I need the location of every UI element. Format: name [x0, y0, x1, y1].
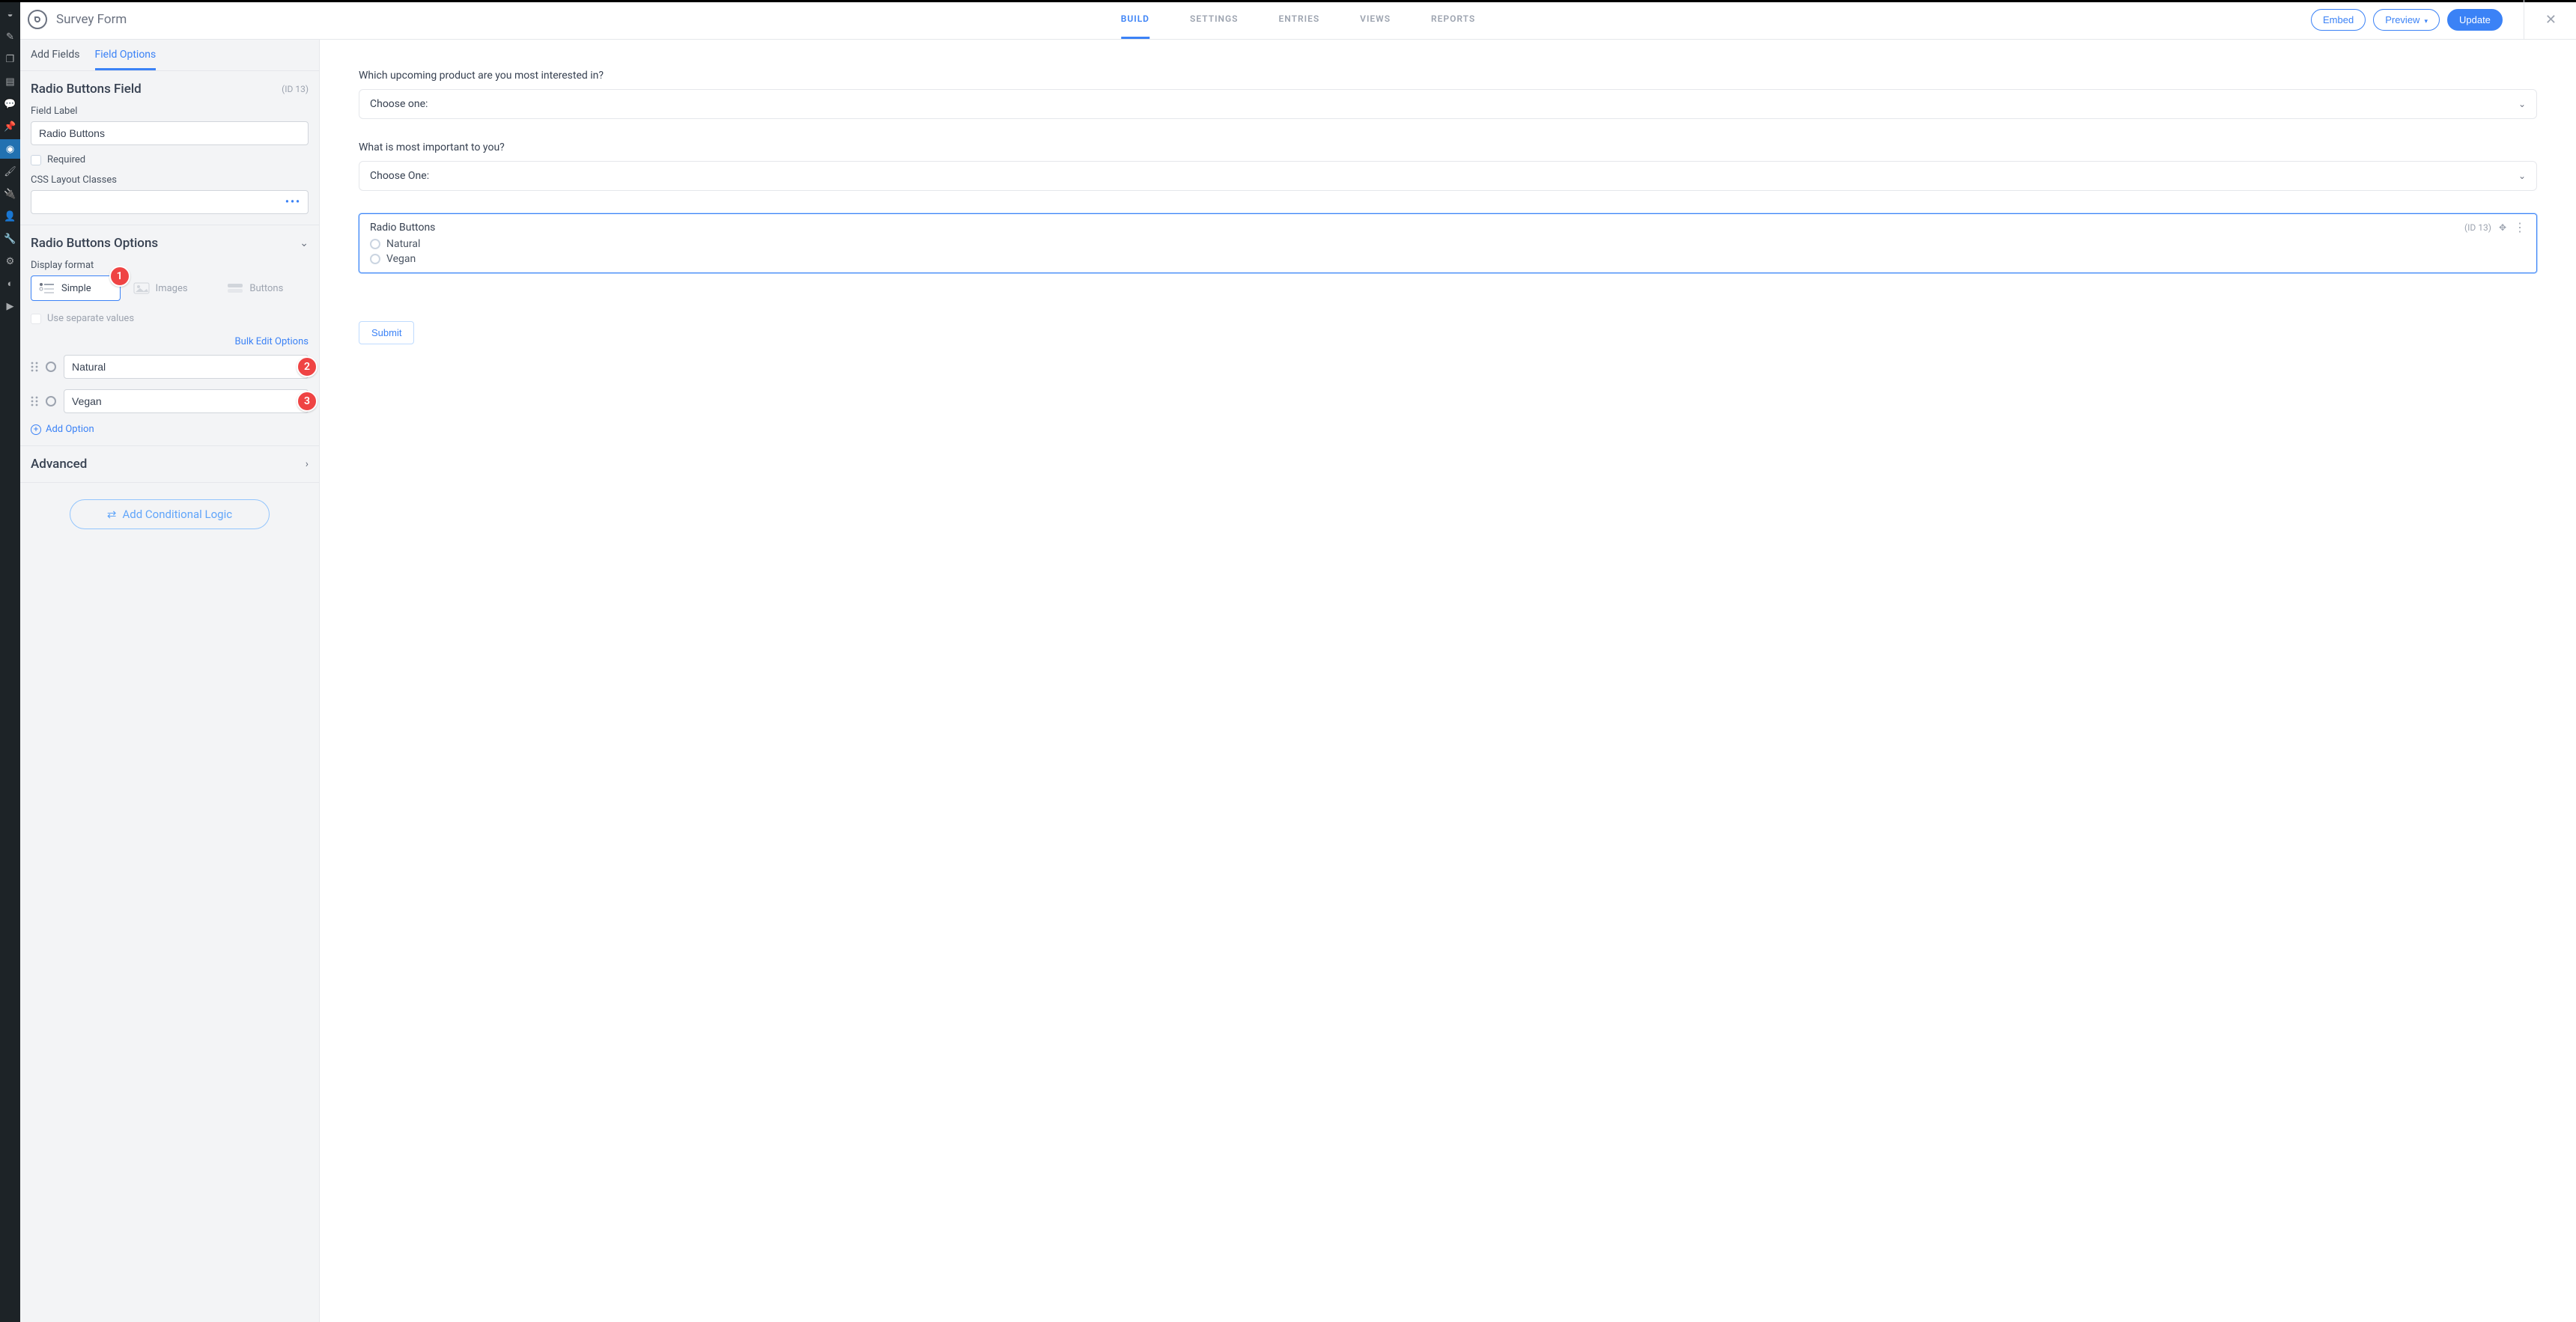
css-classes-label: CSS Layout Classes	[31, 174, 309, 186]
selected-field-title: Radio Buttons	[370, 222, 435, 234]
radio-icon	[370, 239, 380, 249]
nav-appearance-icon[interactable]: 🖌	[0, 162, 20, 181]
css-classes-input[interactable]	[31, 190, 309, 214]
advanced-section-title: Advanced	[31, 457, 87, 472]
chevron-right-icon[interactable]: ›	[306, 458, 309, 470]
required-label: Required	[47, 154, 85, 165]
chevron-down-icon: ⌄	[2518, 99, 2526, 109]
tab-settings[interactable]: SETTINGS	[1190, 0, 1239, 39]
option-row: 2	[31, 355, 309, 379]
image-icon	[133, 282, 150, 294]
display-format-images[interactable]: Images	[125, 275, 215, 301]
buttons-icon	[227, 282, 243, 294]
tab-entries[interactable]: ENTRIES	[1279, 0, 1320, 39]
radio-option[interactable]: Vegan	[370, 253, 2526, 265]
nav-dashboard-icon[interactable]: ◒	[0, 4, 20, 24]
sidebar-tab-add-fields[interactable]: Add Fields	[31, 40, 80, 70]
form-title: Survey Form	[56, 12, 127, 27]
annotation-badge-3: 3	[297, 391, 318, 412]
topbar-tabs: BUILD SETTINGS ENTRIES VIEWS REPORTS	[1121, 0, 1476, 39]
tab-reports[interactable]: REPORTS	[1431, 0, 1475, 39]
radio-option[interactable]: Natural	[370, 238, 2526, 250]
tab-build[interactable]: BUILD	[1121, 0, 1149, 39]
nav-generic1-icon[interactable]: ◐	[0, 274, 20, 293]
option-input[interactable]	[64, 389, 309, 413]
chevron-down-icon[interactable]: ⌄	[300, 237, 309, 249]
branch-icon: ⇄	[107, 508, 117, 521]
embed-button[interactable]: Embed	[2311, 9, 2366, 31]
plus-icon: +	[31, 424, 41, 435]
field-block[interactable]: What is most important to you? Choose On…	[359, 141, 2537, 191]
field-label: Which upcoming product are you most inte…	[359, 70, 2537, 82]
nav-settings-icon[interactable]: ⚙	[0, 252, 20, 271]
radio-option-label: Natural	[386, 238, 420, 250]
dropdown-field[interactable]: Choose One: ⌄	[359, 161, 2537, 191]
more-icon[interactable]: ⋮	[2514, 222, 2526, 234]
chevron-down-icon: ▾	[2424, 17, 2428, 25]
nav-comments-icon[interactable]: 💬	[0, 94, 20, 114]
list-icon	[39, 282, 55, 294]
brand-logo-icon	[28, 10, 47, 29]
field-id: (ID 13)	[282, 84, 309, 94]
option-input[interactable]	[64, 355, 309, 379]
nav-generic2-icon[interactable]: ▶	[0, 296, 20, 316]
form-canvas: Which upcoming product are you most inte…	[320, 40, 2576, 1322]
submit-button[interactable]: Submit	[359, 321, 414, 344]
selected-field-id: (ID 13)	[2464, 222, 2491, 233]
close-icon[interactable]: ✕	[2542, 9, 2560, 31]
options-section-title: Radio Buttons Options	[31, 236, 158, 251]
required-checkbox[interactable]	[31, 155, 41, 165]
drag-handle-icon[interactable]	[31, 395, 38, 407]
chevron-down-icon: ⌄	[2518, 171, 2526, 181]
field-label: What is most important to you?	[359, 141, 2537, 153]
radio-icon	[370, 254, 380, 264]
nav-plugins-icon[interactable]: 🔌	[0, 184, 20, 204]
nav-formidable-icon[interactable]: ◉	[0, 139, 20, 159]
dropdown-placeholder: Choose one:	[370, 98, 428, 110]
sidebar-tab-field-options[interactable]: Field Options	[95, 40, 157, 70]
option-row: 3	[31, 389, 309, 413]
update-button[interactable]: Update	[2447, 9, 2503, 31]
option-default-radio[interactable]	[46, 362, 56, 372]
css-classes-more-icon[interactable]: •••	[285, 196, 301, 208]
wp-admin-nav: ◒ ✎ ❐ ▤ 💬 📌 ◉ 🖌 🔌 👤 🔧 ⚙ ◐ ▶	[0, 0, 20, 1322]
move-icon[interactable]: ✥	[2499, 222, 2506, 233]
field-label-label: Field Label	[31, 106, 309, 117]
use-separate-values-checkbox[interactable]	[31, 314, 41, 324]
nav-posts-icon[interactable]: ✎	[0, 27, 20, 46]
topbar: Survey Form BUILD SETTINGS ENTRIES VIEWS…	[20, 0, 2576, 40]
display-format-buttons-label: Buttons	[249, 283, 283, 294]
bulk-edit-options-link[interactable]: Bulk Edit Options	[235, 336, 309, 347]
drag-handle-icon[interactable]	[31, 361, 38, 373]
field-block-selected[interactable]: Radio Buttons (ID 13) ✥ ⋮ Natural	[359, 213, 2537, 273]
nav-users-icon[interactable]: 👤	[0, 207, 20, 226]
annotation-badge-2: 2	[297, 356, 318, 377]
display-format-buttons[interactable]: Buttons	[219, 275, 309, 301]
option-default-radio[interactable]	[46, 396, 56, 406]
dropdown-placeholder: Choose One:	[370, 170, 429, 182]
builder-sidebar: Add Fields Field Options Radio Buttons F…	[20, 40, 320, 1322]
field-block[interactable]: Which upcoming product are you most inte…	[359, 70, 2537, 119]
nav-media-icon[interactable]: ❐	[0, 49, 20, 69]
add-conditional-logic-button[interactable]: ⇄ Add Conditional Logic	[70, 499, 270, 529]
nav-pin-icon[interactable]: 📌	[0, 117, 20, 136]
tab-views[interactable]: VIEWS	[1360, 0, 1391, 39]
display-format-label: Display format	[31, 260, 309, 271]
display-format-simple-label: Simple	[61, 283, 91, 294]
preview-button[interactable]: Preview▾	[2373, 9, 2440, 31]
display-format-simple[interactable]: Simple 1	[31, 275, 121, 301]
field-options-title: Radio Buttons Field	[31, 82, 142, 97]
nav-pages-icon[interactable]: ▤	[0, 72, 20, 91]
use-separate-values-label: Use separate values	[47, 313, 134, 324]
dropdown-field[interactable]: Choose one: ⌄	[359, 89, 2537, 119]
nav-tools-icon[interactable]: 🔧	[0, 229, 20, 249]
field-label-input[interactable]	[31, 121, 309, 145]
add-option-button[interactable]: + Add Option	[31, 424, 309, 435]
display-format-images-label: Images	[156, 283, 188, 294]
radio-option-label: Vegan	[386, 253, 416, 265]
